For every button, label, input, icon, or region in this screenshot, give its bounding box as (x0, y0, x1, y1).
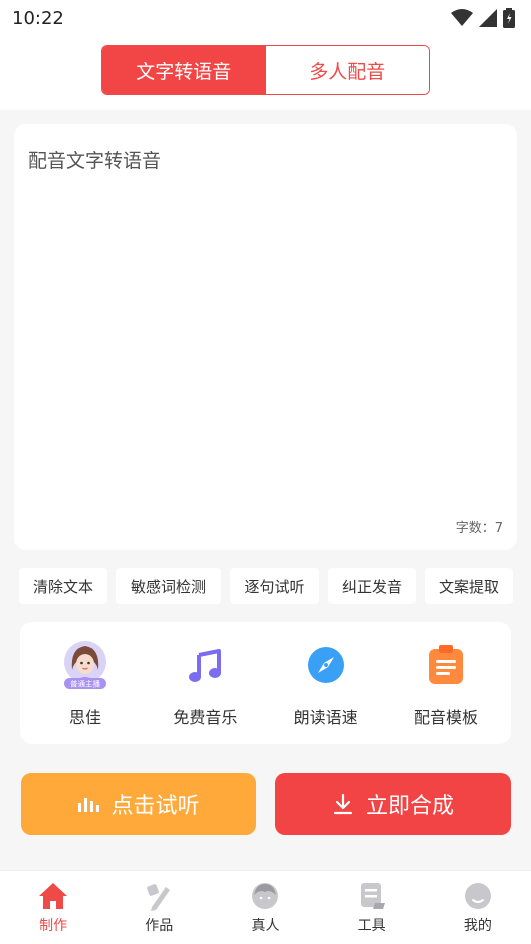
download-icon (333, 793, 353, 815)
home-icon (38, 881, 68, 911)
char-count: 字数：7 (455, 521, 503, 536)
person-icon (250, 881, 280, 911)
synthesize-button[interactable]: 立即合成 (275, 773, 511, 835)
bottom-tab-bar: 制作 作品 真人 工具 我的 (0, 870, 531, 944)
reading-speed-button[interactable]: 朗读语速 (267, 622, 385, 744)
clear-text-button[interactable]: 清除文本 (19, 568, 107, 604)
nav-label: 制作 (39, 918, 68, 934)
tools-icon (357, 881, 387, 911)
nav-tools[interactable]: 工具 (332, 871, 412, 944)
nav-works[interactable]: 作品 (119, 871, 199, 944)
correct-pronunciation-button[interactable]: 纠正发音 (328, 568, 416, 604)
tool-label: 思佳 (68, 708, 101, 727)
mode-switch: 文字转语音 多人配音 (101, 45, 430, 95)
tool-label: 朗读语速 (293, 708, 358, 727)
text-editor[interactable]: 配音文字转语音 字数：7 (14, 124, 517, 550)
signal-icon (479, 9, 497, 27)
tool-label: 配音模板 (413, 708, 478, 727)
status-bar: 10:22 (0, 0, 531, 36)
compass-icon (303, 642, 349, 688)
editor-text[interactable]: 配音文字转语音 (28, 146, 161, 173)
tools-panel: 普通主播 思佳 免费音乐 朗读语速 配音模板 (20, 622, 511, 744)
music-note-icon (182, 642, 228, 688)
profile-icon (463, 881, 493, 911)
status-time: 10:22 (12, 7, 64, 29)
anchor-avatar: 普通主播 (62, 641, 108, 689)
status-icons (451, 8, 515, 28)
voice-anchor-button[interactable]: 普通主播 思佳 (26, 622, 144, 744)
nav-label: 我的 (463, 918, 492, 934)
tool-label: 免费音乐 (173, 708, 238, 727)
extract-copy-button[interactable]: 文案提取 (425, 568, 513, 604)
audio-bars-icon (78, 798, 100, 812)
nav-real-person[interactable]: 真人 (225, 871, 305, 944)
free-music-button[interactable]: 免费音乐 (146, 622, 264, 744)
nav-label: 工具 (357, 918, 386, 934)
action-chips: 清除文本 敏感词检测 逐句试听 纠正发音 文案提取 (19, 568, 513, 604)
nav-mine[interactable]: 我的 (438, 871, 518, 944)
nav-label: 真人 (251, 918, 280, 934)
preview-button[interactable]: 点击试听 (21, 773, 256, 835)
sensitive-word-check-button[interactable]: 敏感词检测 (116, 568, 221, 604)
dubbing-template-button[interactable]: 配音模板 (387, 622, 505, 744)
nav-label: 作品 (145, 918, 174, 934)
sentence-preview-button[interactable]: 逐句试听 (230, 568, 319, 604)
tab-text-to-speech[interactable]: 文字转语音 (102, 46, 266, 94)
tab-multi-voice[interactable]: 多人配音 (265, 46, 429, 94)
nav-make[interactable]: 制作 (13, 871, 93, 944)
clipboard-icon (423, 642, 469, 688)
anchor-badge: 普通主播 (70, 679, 100, 689)
top-bar: 文字转语音 多人配音 (0, 36, 531, 110)
wifi-icon (451, 9, 473, 26)
synthesize-label: 立即合成 (365, 794, 454, 819)
battery-icon (503, 8, 515, 28)
works-icon (144, 881, 174, 911)
preview-label: 点击试听 (111, 794, 200, 819)
